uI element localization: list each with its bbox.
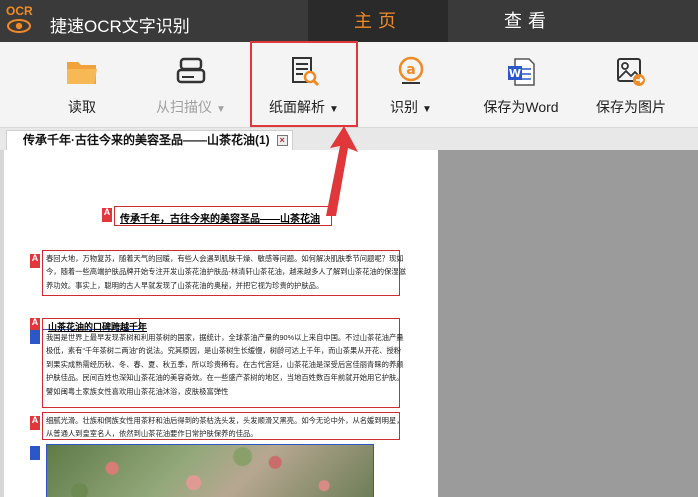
tab-home[interactable]: 主页 xyxy=(308,0,448,42)
scanner-button[interactable]: 从扫描仪 ▼ xyxy=(146,42,236,128)
scanner-label: 从扫描仪 ▼ xyxy=(156,99,226,115)
close-icon[interactable]: × xyxy=(276,135,288,146)
tab-view[interactable]: 查看 xyxy=(458,0,598,42)
scanner-icon xyxy=(176,57,206,84)
document-page: A 传承千年，古往今来的美容圣品——山茶花油 A 春回大地，万物复苏，随着天气的… xyxy=(6,150,438,497)
annotation-highlight-box xyxy=(250,41,358,127)
logo-text: OCR xyxy=(6,4,33,18)
text-region-marker[interactable]: A xyxy=(30,254,40,268)
folder-icon xyxy=(67,62,97,84)
save-image-button[interactable]: 保存为图片 xyxy=(590,42,672,128)
image-export-icon xyxy=(617,58,645,86)
camellia-photo[interactable] xyxy=(46,444,374,497)
app-title: 捷速OCR文字识别 xyxy=(50,17,190,36)
paragraph3: 细腻光滑。壮族和侗族女性用茶籽和油后得到的茶枯洗头发，头发顺滑又黑亮。如今无论中… xyxy=(46,416,404,439)
image-region-marker[interactable] xyxy=(30,446,40,460)
annotation-arrow xyxy=(326,126,358,216)
word-icon: W xyxy=(508,58,535,86)
document-tab-title: 传承千年·古往今来的美容圣品——山茶花油(1) xyxy=(23,133,270,147)
save-image-label: 保存为图片 xyxy=(596,99,666,115)
text-region-marker[interactable]: A xyxy=(102,208,112,222)
result-pane[interactable] xyxy=(438,150,698,497)
document-tab[interactable]: 传承千年·古往今来的美容圣品——山茶花油(1) × xyxy=(6,130,293,150)
app-logo: OCR xyxy=(6,4,40,38)
save-word-label: 保存为Word xyxy=(483,99,559,115)
page-title: 传承千年，古往今来的美容圣品——山茶花油 xyxy=(120,214,320,225)
eye-icon xyxy=(7,19,31,33)
paragraph1: 春回大地，万物复苏，随着天气的回暖，有些人会遇到肌肤干燥、敏感等问题。如何解决肌… xyxy=(46,254,406,290)
save-word-button[interactable]: W 保存为Word xyxy=(476,42,566,128)
text-region-marker[interactable]: A xyxy=(30,416,40,430)
image-region-marker[interactable] xyxy=(30,330,40,344)
svg-text:a: a xyxy=(406,62,415,78)
recognize-button[interactable]: a 识别 ▼ xyxy=(380,42,442,128)
open-label: 读取 xyxy=(68,99,96,115)
recognize-label: 识别 ▼ xyxy=(390,99,432,115)
recognize-icon: a xyxy=(398,56,424,84)
paragraph2: 我国是世界上最早发现茶树和利用茶树的国家，据统计，全球茶油产量的90%以上来自中… xyxy=(46,333,404,396)
left-scrollbar[interactable] xyxy=(0,150,4,497)
svg-text:W: W xyxy=(509,67,521,80)
title-bar: OCR 捷速OCR文字识别 主页 查看 xyxy=(0,0,698,42)
open-button[interactable]: 读取 xyxy=(52,42,112,128)
